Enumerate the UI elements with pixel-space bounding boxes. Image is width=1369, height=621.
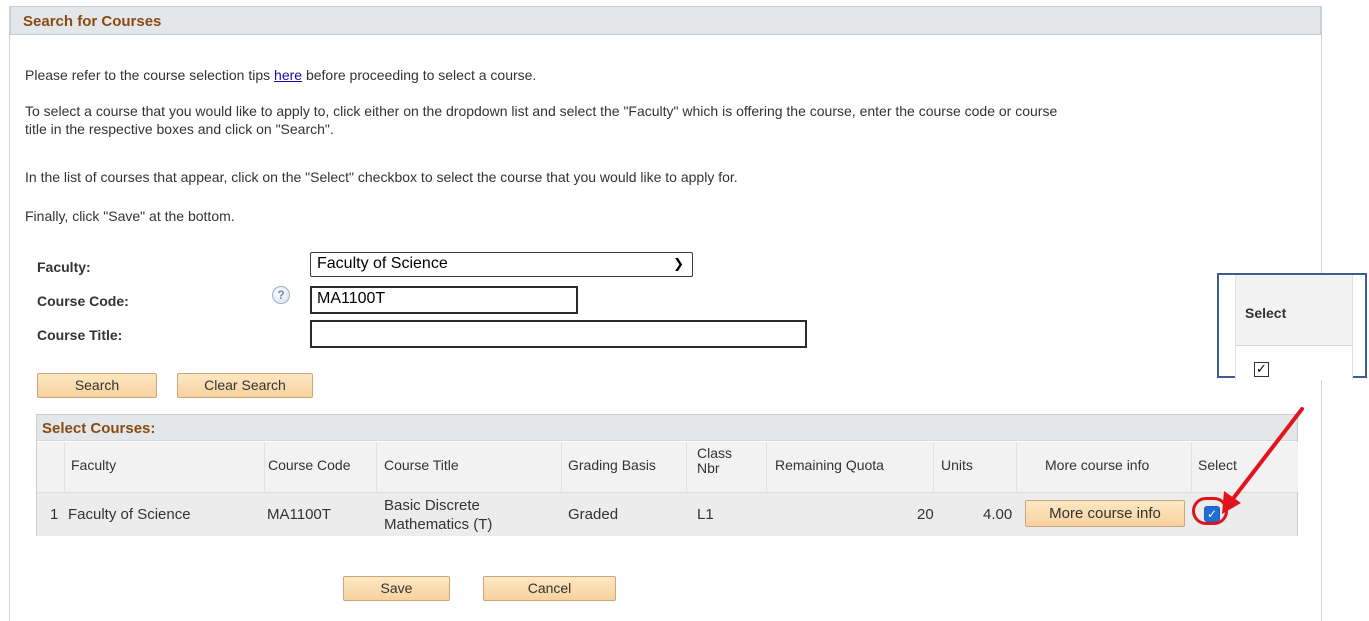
callout-checkbox: ✓ <box>1254 362 1269 377</box>
faculty-selected-value: Faculty of Science <box>317 255 448 272</box>
more-course-info-button[interactable]: More course info <box>1025 500 1185 527</box>
clear-search-button[interactable]: Clear Search <box>177 373 313 398</box>
row-grading-basis: Graded <box>568 506 619 523</box>
col-course-code: Course Code <box>265 442 377 492</box>
checkbox-highlight-ring <box>1192 497 1228 525</box>
save-button[interactable]: Save <box>343 576 450 601</box>
col-index <box>37 442 65 492</box>
page-title: Search for Courses <box>23 13 162 30</box>
row-units: 4.00 <box>983 506 1013 523</box>
select-instruction: In the list of courses that appear, clic… <box>25 169 738 185</box>
row-remaining-quota: 20 <box>917 506 934 523</box>
search-button[interactable]: Search <box>37 373 157 398</box>
row-index: 1 <box>50 506 59 523</box>
chevron-down-icon: ❯ <box>673 256 684 271</box>
col-class-nbr: Class Nbr <box>687 442 767 492</box>
faculty-label: Faculty: <box>37 259 91 275</box>
course-code-label: Course Code: <box>37 293 129 309</box>
intro-text: Please refer to the course selection tip… <box>25 66 536 84</box>
row-faculty: Faculty of Science <box>68 506 191 523</box>
instruction-line-2: title in the respective boxes and click … <box>25 121 334 137</box>
instruction-text: To select a course that you would like t… <box>25 102 1320 138</box>
select-zoom-callout: Select ✓ <box>1217 273 1367 380</box>
select-courses-grid: Select Courses: Faculty Course Code Cour… <box>36 414 1298 536</box>
course-code-input[interactable]: MA1100T <box>310 286 578 314</box>
callout-header-label: Select <box>1245 305 1287 321</box>
grid-title: Select Courses: <box>42 420 156 437</box>
tips-link[interactable]: here <box>274 67 302 83</box>
course-title-label: Course Title: <box>37 327 123 343</box>
intro-prefix: Please refer to the course selection tip… <box>25 67 275 83</box>
faculty-dropdown[interactable]: Faculty of Science ❯ <box>310 252 693 277</box>
course-title-input[interactable] <box>310 320 807 348</box>
table-row: 1 Faculty of Science MA1100T Basic Discr… <box>37 492 1297 536</box>
col-grading-basis: Grading Basis <box>562 442 687 492</box>
panel-header: Search for Courses <box>10 6 1321 35</box>
intro-suffix: before proceeding to select a course. <box>302 67 537 83</box>
callout-row: ✓ <box>1235 345 1353 380</box>
col-select: Select <box>1192 442 1298 492</box>
col-course-title: Course Title <box>377 442 562 492</box>
callout-header: Select <box>1235 275 1353 345</box>
col-units: Units <box>934 442 1017 492</box>
row-class-nbr: L1 <box>697 506 714 523</box>
row-course-title: Basic Discrete Mathematics (T) <box>384 497 493 533</box>
col-faculty: Faculty <box>65 442 265 492</box>
instruction-line-1: To select a course that you would like t… <box>25 103 1058 119</box>
grid-title-bar: Select Courses: <box>37 415 1297 441</box>
cancel-button[interactable]: Cancel <box>483 576 616 601</box>
help-icon[interactable]: ? <box>272 286 290 304</box>
col-remaining-quota: Remaining Quota <box>767 442 934 492</box>
row-course-code: MA1100T <box>267 506 331 523</box>
col-more-info: More course info <box>1017 442 1192 492</box>
course-code-value: MA1100T <box>317 290 386 307</box>
save-instruction: Finally, click "Save" at the bottom. <box>25 208 235 224</box>
